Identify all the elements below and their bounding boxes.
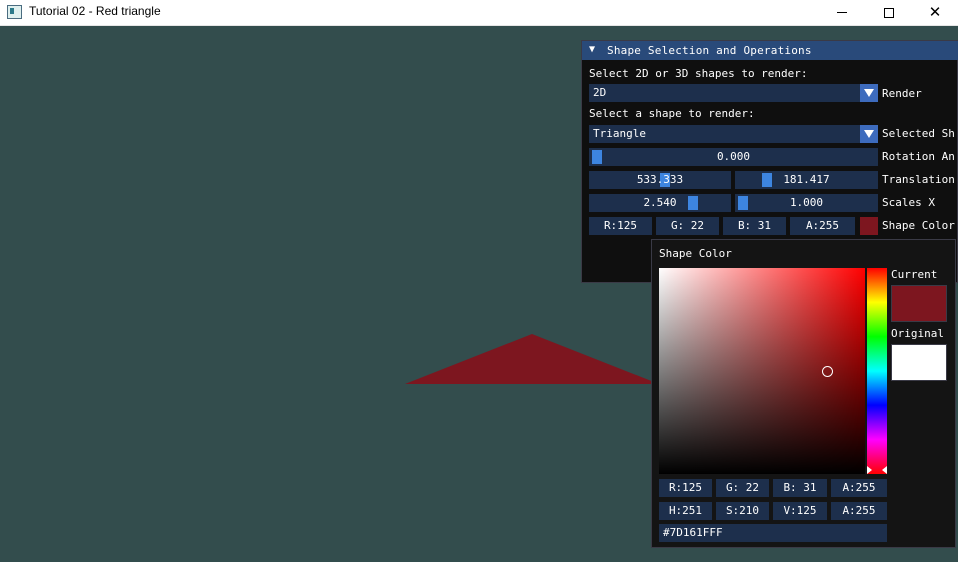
hue-arrow-left-icon[interactable] [867, 466, 872, 474]
picker-h-value: H:251 [668, 504, 703, 517]
close-icon: ✕ [928, 3, 942, 21]
scale-y-slider[interactable]: 1.000 [735, 194, 878, 212]
picker-g-field[interactable]: G: 22 [716, 479, 769, 497]
translation-label: Translation [882, 173, 955, 186]
rotation-value: 0.000 [716, 150, 751, 163]
color-a-value: A:255 [805, 219, 840, 232]
current-color-swatch [891, 285, 947, 322]
hue-arrow-right-icon[interactable] [882, 466, 887, 474]
color-b-value: B: 31 [737, 219, 772, 232]
dim-combo[interactable]: 2D [589, 84, 878, 102]
window-title: Tutorial 02 - Red triangle [29, 4, 161, 18]
color-b-field[interactable]: B: 31 [723, 217, 786, 235]
color-g-field[interactable]: G: 22 [656, 217, 719, 235]
close-button[interactable]: ✕ [912, 0, 958, 25]
triangle-shape [405, 334, 659, 384]
picker-b-field[interactable]: B: 31 [773, 479, 827, 497]
picker-r-value: R:125 [668, 481, 703, 494]
rotation-label: Rotation An [882, 150, 955, 163]
color-r-value: R:125 [603, 219, 638, 232]
color-picker-popup[interactable]: Shape Color Current Original R:125 G: 22… [651, 239, 956, 548]
translation-x-value: 533.333 [636, 173, 684, 186]
picker-title: Shape Color [659, 247, 732, 260]
shape-combo[interactable]: Triangle [589, 125, 878, 143]
translation-y-value: 181.417 [783, 173, 830, 186]
dim-label: Render [882, 87, 922, 100]
maximize-icon [884, 7, 894, 18]
picker-r-field[interactable]: R:125 [659, 479, 712, 497]
saturation-value-square[interactable] [659, 268, 865, 474]
current-label: Current [891, 268, 938, 281]
translation-x-slider[interactable]: 533.333 [589, 171, 731, 189]
collapse-arrow-icon[interactable]: ▼ [589, 44, 595, 55]
panel-title-bar[interactable]: ▼ Shape Selection and Operations [582, 41, 958, 60]
scale-label: Scales X [882, 196, 935, 209]
picker-h-field[interactable]: H:251 [659, 502, 712, 520]
picker-a-value: A:255 [842, 481, 876, 494]
app-icon [7, 5, 22, 19]
hex-value: #7D161FFF [663, 526, 723, 539]
scale-x-slider[interactable]: 2.540 [589, 194, 731, 212]
color-g-value: G: 22 [670, 219, 705, 232]
shape-label: Selected Sh [882, 127, 955, 140]
shape-combo-value: Triangle [593, 127, 646, 140]
rotation-slider[interactable]: 0.000 [589, 148, 878, 166]
chevron-down-icon[interactable] [860, 84, 878, 102]
title-bar: Tutorial 02 - Red triangle ✕ [0, 0, 958, 26]
color-r-field[interactable]: R:125 [589, 217, 652, 235]
shape-prompt: Select a shape to render: [589, 107, 755, 120]
minimize-button[interactable] [819, 0, 865, 25]
color-a-field[interactable]: A:255 [790, 217, 855, 235]
picker-b-value: B: 31 [783, 481, 817, 494]
original-label: Original [891, 327, 944, 340]
translation-y-slider[interactable]: 181.417 [735, 171, 878, 189]
chevron-down-icon[interactable] [860, 125, 878, 143]
picker-s-value: S:210 [725, 504, 760, 517]
picker-v-field[interactable]: V:125 [773, 502, 827, 520]
picker-g-value: G: 22 [725, 481, 760, 494]
sv-cursor-icon[interactable] [822, 366, 833, 377]
picker-a2-field[interactable]: A:255 [831, 502, 887, 520]
color-label: Shape Color [882, 219, 955, 232]
hex-input[interactable]: #7D161FFF [659, 524, 887, 542]
dim-combo-value: 2D [593, 86, 607, 99]
picker-s-field[interactable]: S:210 [716, 502, 769, 520]
panel-title: Shape Selection and Operations [607, 44, 812, 57]
hue-bar[interactable] [867, 268, 887, 474]
scale-y-value: 1.000 [789, 196, 824, 209]
picker-v-value: V:125 [783, 504, 817, 517]
minimize-icon [837, 12, 847, 13]
maximize-button[interactable] [866, 0, 912, 25]
picker-a2-value: A:255 [842, 504, 876, 517]
original-color-swatch[interactable] [891, 344, 947, 381]
dim-prompt: Select 2D or 3D shapes to render: [589, 67, 808, 80]
color-swatch-button[interactable] [860, 217, 878, 235]
scale-x-value: 2.540 [643, 196, 677, 209]
picker-a-field[interactable]: A:255 [831, 479, 887, 497]
